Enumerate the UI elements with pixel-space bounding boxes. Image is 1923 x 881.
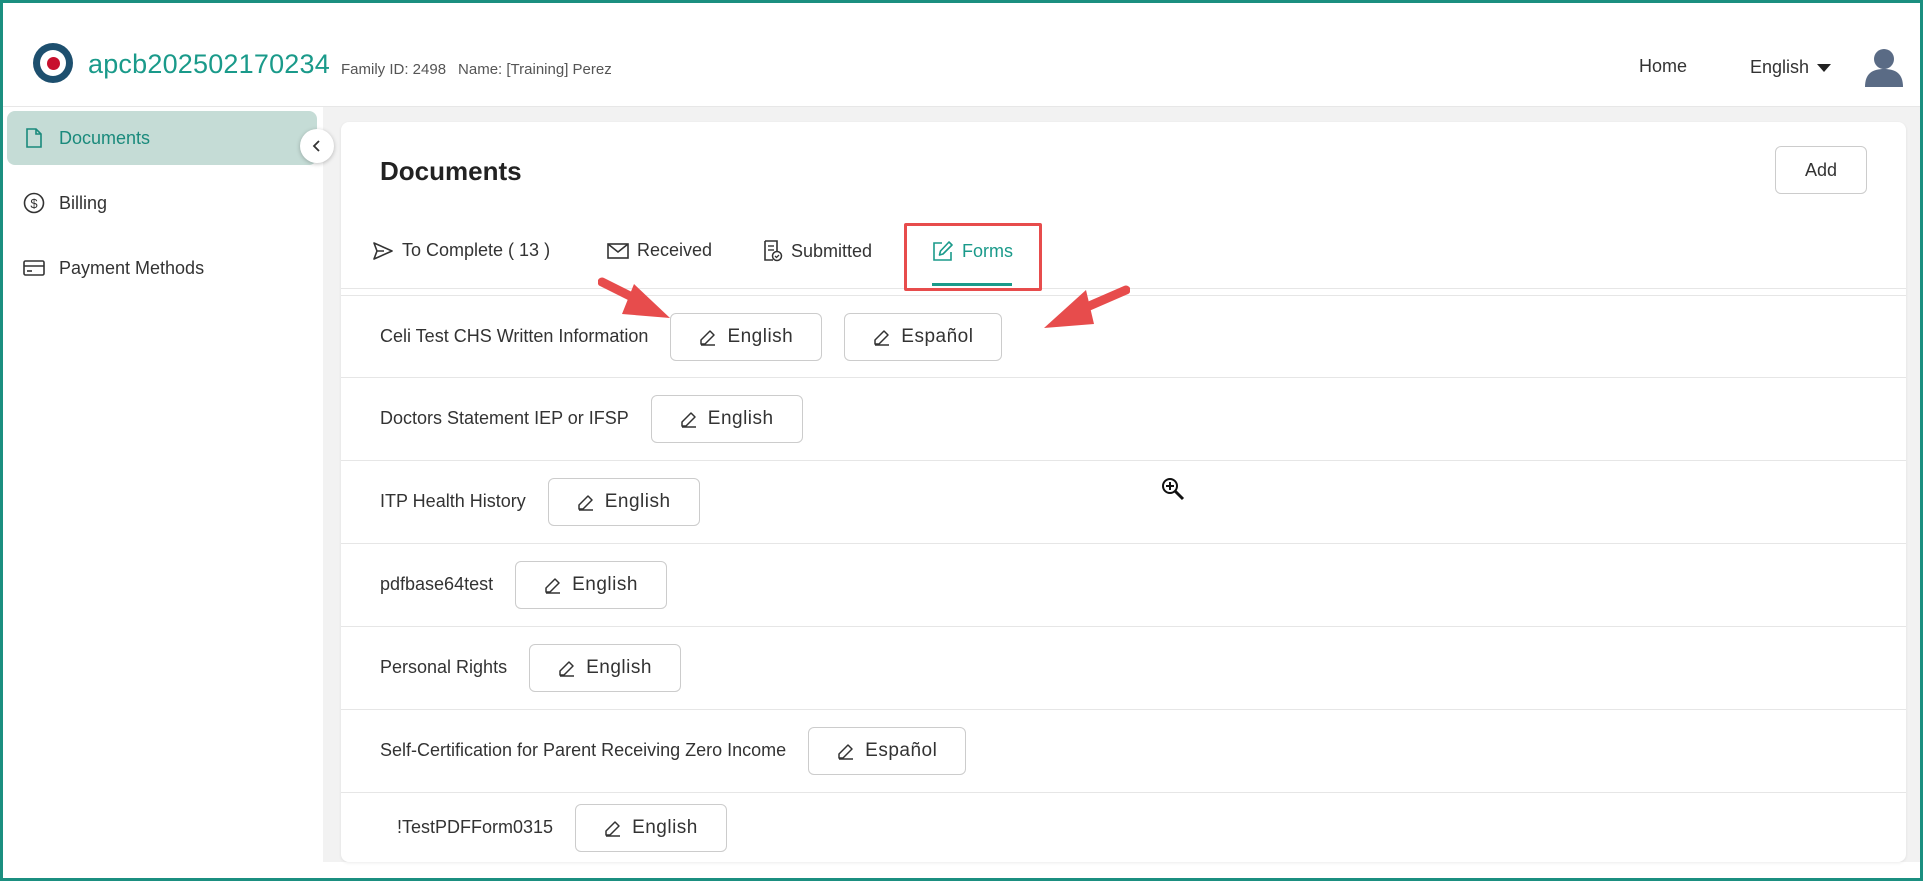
- form-row: Personal Rights English: [341, 626, 1906, 708]
- sidebar-item-label: Payment Methods: [59, 257, 205, 278]
- document-icon: [23, 127, 45, 149]
- tab-received[interactable]: Received: [607, 240, 712, 261]
- pencil-icon: [545, 577, 561, 594]
- caret-down-icon: [1817, 63, 1832, 72]
- sidebar-item-billing[interactable]: $ Billing: [7, 176, 317, 230]
- chevron-left-icon: [312, 140, 320, 152]
- form-name: Doctors Statement IEP or IFSP: [380, 408, 629, 428]
- credit-card-icon: [23, 257, 45, 279]
- send-icon: [373, 241, 393, 260]
- form-english-button[interactable]: English: [650, 394, 803, 443]
- sidebar-collapse-button[interactable]: [300, 129, 334, 163]
- tab-submitted[interactable]: Submitted: [763, 240, 872, 262]
- form-name: Personal Rights: [380, 657, 508, 677]
- family-info: Family ID: 2498 Name: [Training] Perez: [341, 61, 624, 78]
- form-espanol-button[interactable]: Español: [844, 312, 1003, 361]
- pencil-icon: [605, 820, 621, 837]
- form-english-button[interactable]: English: [547, 477, 700, 526]
- language-label: English: [1750, 57, 1810, 77]
- button-label: English: [586, 656, 652, 678]
- sidebar-item-label: Billing: [59, 192, 108, 213]
- pencil-icon: [838, 743, 854, 760]
- button-label: Español: [865, 739, 938, 761]
- submitted-doc-icon: [764, 240, 783, 262]
- form-english-button[interactable]: English: [515, 560, 667, 609]
- annotation-arrow-icon: [598, 277, 670, 318]
- form-name: Celi Test CHS Written Information: [380, 326, 649, 346]
- language-dropdown[interactable]: English: [1750, 57, 1832, 78]
- envelope-icon: [607, 242, 629, 259]
- sidebar: Documents $ Billing Payment Methods: [3, 107, 323, 862]
- add-button[interactable]: Add: [1775, 146, 1867, 194]
- pencil-icon: [577, 494, 593, 511]
- form-name: !TestPDFForm0315: [397, 817, 554, 837]
- form-row: ITP Health History English: [341, 460, 1906, 542]
- tab-label: To Complete ( 13 ): [402, 240, 551, 260]
- zoom-cursor-icon: [1162, 478, 1185, 501]
- annotation-arrow-icon: [1044, 285, 1130, 328]
- dollar-circle-icon: $: [23, 192, 45, 214]
- sidebar-item-label: Documents: [59, 127, 151, 148]
- form-name: pdfbase64test: [380, 574, 494, 594]
- logo-icon: [33, 43, 73, 83]
- sidebar-item-documents[interactable]: Documents: [7, 111, 317, 165]
- form-row: !TestPDFForm0315 English: [341, 792, 1906, 862]
- button-label: English: [572, 573, 638, 595]
- button-label: English: [707, 407, 774, 429]
- page-title: Documents: [380, 156, 522, 186]
- form-row: pdfbase64test English: [341, 543, 1906, 625]
- tab-label: Submitted: [791, 240, 873, 261]
- top-header: apcb202502170234 Family ID: 2498 Name: [T…: [3, 3, 1920, 107]
- form-english-button[interactable]: English: [575, 803, 727, 852]
- pencil-icon: [874, 329, 890, 346]
- form-row: Self-Certification for Parent Receiving …: [341, 709, 1906, 791]
- form-espanol-button[interactable]: Español: [808, 726, 967, 775]
- pencil-icon: [681, 411, 696, 428]
- pencil-icon: [559, 660, 575, 677]
- user-avatar-icon[interactable]: [1863, 47, 1905, 87]
- family-id: Family ID: 2498: [341, 61, 447, 78]
- form-name: ITP Health History: [380, 491, 526, 511]
- button-label: English: [604, 490, 671, 512]
- svg-text:$: $: [30, 196, 38, 211]
- pencil-icon: [700, 329, 716, 346]
- tab-label: Received: [637, 240, 713, 260]
- app-title: apcb202502170234: [88, 49, 330, 79]
- form-row: Doctors Statement IEP or IFSP English: [341, 377, 1906, 459]
- sidebar-item-payment-methods[interactable]: Payment Methods: [7, 241, 317, 295]
- form-english-button[interactable]: English: [670, 312, 823, 361]
- tab-to-complete[interactable]: To Complete ( 13 ): [372, 240, 550, 261]
- form-name: Self-Certification for Parent Receiving …: [380, 740, 787, 760]
- home-link[interactable]: Home: [1639, 56, 1687, 77]
- family-name: Name: [Training] Perez: [458, 61, 612, 78]
- button-label: English: [632, 816, 698, 838]
- button-label: English: [727, 325, 794, 347]
- button-label: Español: [901, 325, 974, 347]
- annotation-highlight-box: [904, 223, 1042, 291]
- form-english-button[interactable]: English: [529, 643, 681, 692]
